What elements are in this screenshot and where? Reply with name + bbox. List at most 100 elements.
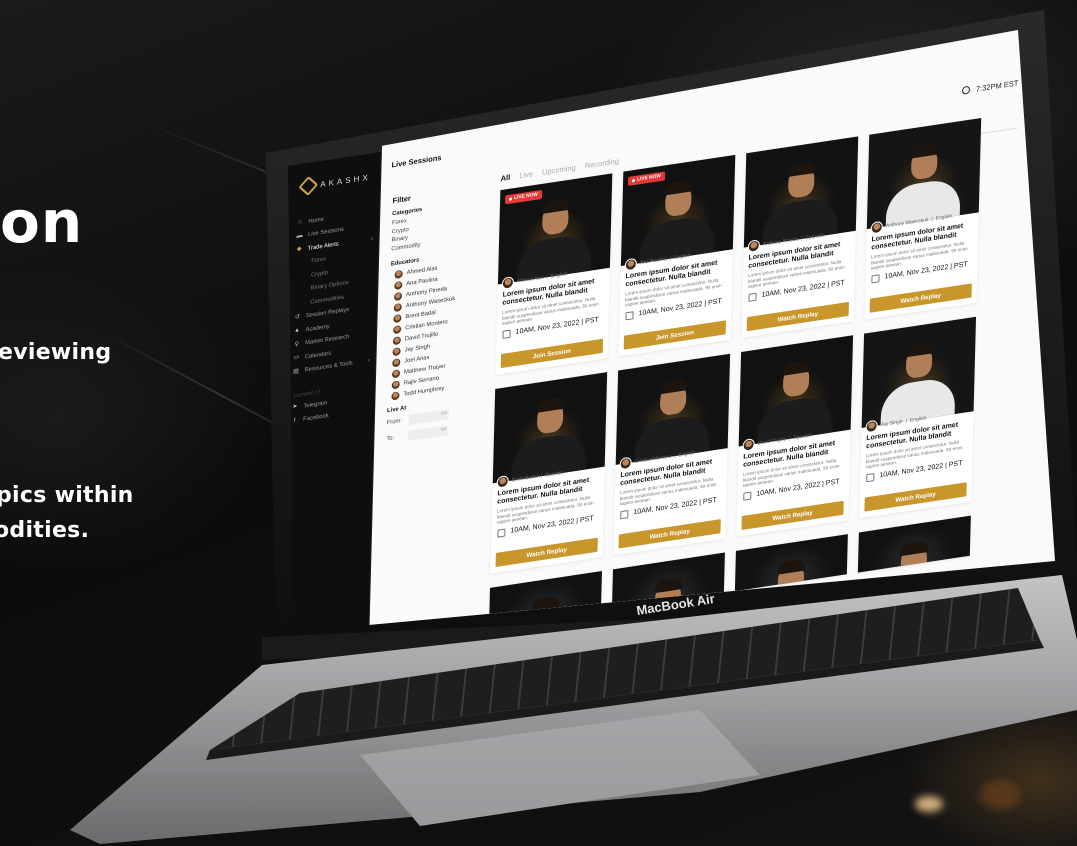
calendar-icon xyxy=(625,310,634,321)
clock-icon xyxy=(961,85,971,95)
tab-recording[interactable]: Recording xyxy=(585,156,619,170)
separator: | xyxy=(546,274,548,281)
session-card[interactable]: David Trujillo | Spanish Lorem ipsum dolor … xyxy=(736,335,854,537)
current-time: 7:32PM EST xyxy=(975,77,1019,94)
educator-avatar xyxy=(391,379,400,390)
educator-avatar xyxy=(394,269,403,279)
join-session-button[interactable]: Join Session xyxy=(623,320,727,350)
session-card[interactable]: Anthony Pineda | Spanish Lorem ipsum dolor … xyxy=(741,136,859,338)
session-language: Spanish xyxy=(805,232,824,242)
session-card[interactable]: LIVE NOW Ana Paulina | English Lorem ipsum d… xyxy=(618,154,736,357)
bell-icon: ◆ xyxy=(296,246,302,253)
educator-avatar xyxy=(392,346,401,356)
educator-avatar xyxy=(742,438,755,452)
logo-icon xyxy=(298,176,319,196)
calendar-icon xyxy=(497,528,506,538)
calendar-icon xyxy=(620,509,629,520)
tools-icon: ▤ xyxy=(293,368,299,376)
separator: | xyxy=(669,255,672,262)
category-label: Commodity xyxy=(391,241,421,253)
educator-name: Anthony Waseskuk xyxy=(885,216,929,230)
educator-name: Todd Humphrey xyxy=(403,385,445,398)
sidebar-item-label: Trade Alerts xyxy=(307,241,339,252)
session-language: English xyxy=(678,449,696,459)
calendar-icon xyxy=(502,329,511,339)
educator-avatar xyxy=(393,313,402,323)
brand-name: AKASHX xyxy=(320,172,371,189)
from-label: From: xyxy=(386,417,402,427)
session-card[interactable]: Brent Badal | Spanish Lorem ipsum dolor sit… xyxy=(490,372,608,574)
from-date-field[interactable] xyxy=(408,408,449,425)
watch-replay-button[interactable]: Watch Replay xyxy=(869,283,972,313)
educator-avatar xyxy=(624,257,638,272)
sidebar-item-label: Home xyxy=(308,216,324,225)
brand[interactable]: AKASHX xyxy=(298,170,371,196)
telegram-icon: ➤ xyxy=(292,403,298,411)
tab-upcoming[interactable]: Upcoming xyxy=(542,163,576,177)
hero-heading: on xyxy=(0,188,84,256)
session-language: English xyxy=(909,415,927,424)
watch-replay-button[interactable]: Watch Replay xyxy=(746,301,849,332)
educator-avatar xyxy=(391,368,401,378)
join-session-button[interactable]: Join Session xyxy=(500,338,604,369)
chevron-up-icon: ˄ xyxy=(370,235,374,243)
session-language: English xyxy=(935,213,953,222)
social-label: Telegram xyxy=(303,399,328,410)
educator-name: Cristian Montero xyxy=(634,453,672,466)
educator-list: Ahmed Alas Ana Paulina Anthony Pineda Antho… xyxy=(387,256,480,402)
educator-avatar xyxy=(393,302,402,312)
session-card[interactable]: Jay Singh | English Lorem ipsum dolor sit a… xyxy=(859,316,977,519)
home-icon: ⌂ xyxy=(298,219,302,226)
session-card-partial[interactable] xyxy=(857,515,971,573)
sidebar-item-label: Forex xyxy=(311,256,327,265)
watch-replay-button[interactable]: Watch Replay xyxy=(495,537,598,567)
hero-line-2: pics within xyxy=(0,483,134,508)
hero-line-3: odities. xyxy=(0,518,90,543)
educator-avatar xyxy=(496,474,509,489)
filter-panel: Filter Categories Forex Crypto Binary Commo… xyxy=(386,183,482,447)
educator-avatar xyxy=(391,390,400,401)
tab-all[interactable]: All xyxy=(501,173,511,183)
educator-photo xyxy=(857,515,971,573)
separator: | xyxy=(674,452,676,460)
session-card[interactable]: Anthony Waseskuk | English Lorem ipsum dolo… xyxy=(864,117,982,320)
educator-name: Anthony Pineda xyxy=(762,236,799,248)
educator-avatar xyxy=(501,276,515,290)
educator-avatar xyxy=(865,419,878,434)
educator-name: Ahmed Alas xyxy=(516,274,544,285)
session-card[interactable]: Cristian Montero | English Lorem ipsum dolo… xyxy=(613,353,731,556)
educator-avatar xyxy=(393,324,402,334)
video-icon: ▬ xyxy=(296,232,303,240)
bokeh-light xyxy=(980,780,1020,810)
to-date-field[interactable] xyxy=(408,425,449,442)
educator-name: Jay Singh xyxy=(880,418,903,429)
educator-avatar xyxy=(393,291,403,301)
calendar-icon xyxy=(866,472,875,483)
session-language: English xyxy=(550,271,568,280)
bokeh-light xyxy=(915,796,943,812)
calendar-icon xyxy=(748,292,757,302)
session-language: Spanish xyxy=(793,432,812,442)
search-icon: ⚲ xyxy=(294,341,299,348)
educator-avatar xyxy=(392,335,401,345)
to-label: To: xyxy=(386,435,395,443)
separator: | xyxy=(540,472,543,480)
educator-name: Ana Paulina xyxy=(639,256,667,267)
educator-name: David Trujillo xyxy=(757,436,787,447)
live-at-filter: Live At From: To: xyxy=(386,395,477,447)
watch-replay-button[interactable]: Watch Replay xyxy=(741,500,844,531)
tab-live[interactable]: Live xyxy=(519,169,533,180)
educator-name: Brent Badal xyxy=(511,473,538,484)
sidebar-item-label: Calendars xyxy=(304,350,332,361)
session-card[interactable]: LIVE NOW Ahmed Alas | English Lorem ipsum do… xyxy=(495,173,613,375)
session-language: English xyxy=(674,252,691,262)
watch-replay-button[interactable]: Watch Replay xyxy=(864,482,967,512)
educator-avatar xyxy=(870,220,883,235)
sidebar-item-label: Resources & Tools xyxy=(304,360,353,374)
replay-icon: ↺ xyxy=(294,313,301,321)
sidebar-item-label: Crypto xyxy=(310,269,329,279)
watch-replay-button[interactable]: Watch Replay xyxy=(618,519,721,549)
calendar-icon xyxy=(743,491,752,501)
educator-avatar xyxy=(747,239,760,254)
calendar-icon xyxy=(871,274,880,284)
